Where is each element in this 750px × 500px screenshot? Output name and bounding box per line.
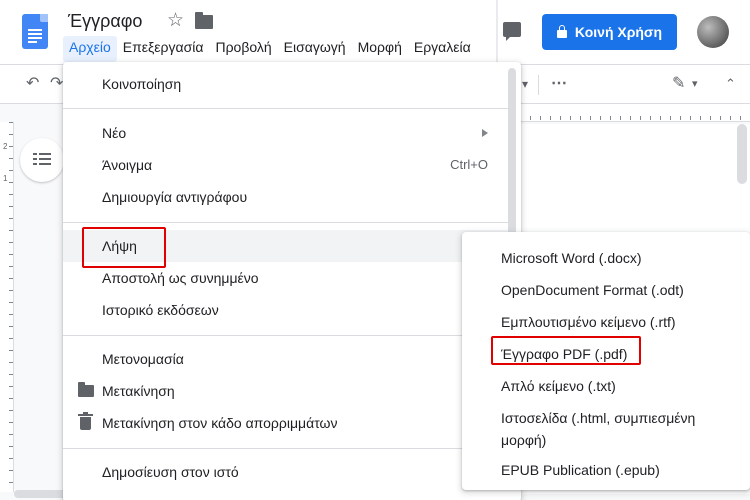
comments-icon[interactable] xyxy=(503,22,521,41)
download-pdf-label: Έγγραφο PDF (.pdf) xyxy=(501,346,628,362)
menu-edit[interactable]: Επεξεργασία xyxy=(117,36,210,62)
lock-icon xyxy=(556,25,567,38)
docs-logo-icon[interactable] xyxy=(22,14,48,49)
vertical-ruler[interactable]: 2 1 xyxy=(0,122,14,492)
download-submenu: Microsoft Word (.docx) OpenDocument Form… xyxy=(462,232,750,490)
file-menu-move-to-trash-label: Μετακίνηση στον κάδο απορριμμάτων xyxy=(102,415,338,431)
collapse-chevron-up-icon[interactable]: ⌃ xyxy=(725,73,736,95)
file-menu-version-history[interactable]: Ιστορικό εκδόσεων xyxy=(63,294,508,326)
download-html-label-line1: Ιστοσελίδα (.html, συμπιεσμένη xyxy=(501,410,696,426)
folder-icon xyxy=(78,382,94,397)
edit-mode-dropdown-icon[interactable]: ▾ xyxy=(692,73,698,95)
file-menu-move[interactable]: Μετακίνηση xyxy=(63,375,508,407)
download-txt[interactable]: Απλό κείμενο (.txt) xyxy=(462,370,750,402)
download-epub[interactable]: EPUB Publication (.epub) xyxy=(462,454,750,486)
download-docx[interactable]: Microsoft Word (.docx) xyxy=(462,242,750,274)
file-menu-new-label: Νέο xyxy=(102,125,127,141)
menu-scrollbar[interactable] xyxy=(508,68,516,258)
file-menu-share-label: Κοινοποίηση xyxy=(102,76,182,92)
download-odt[interactable]: OpenDocument Format (.odt) xyxy=(462,274,750,306)
horizontal-ruler[interactable] xyxy=(520,104,750,122)
menu-insert[interactable]: Εισαγωγή xyxy=(278,36,352,62)
toolbar-divider xyxy=(538,75,539,95)
menu-separator xyxy=(63,108,508,109)
outline-list-icon xyxy=(33,152,51,166)
file-menu-open-label: Άνοιγμα xyxy=(102,157,153,173)
menu-tools[interactable]: Εργαλεία xyxy=(408,36,477,62)
document-scrollbar[interactable] xyxy=(737,124,747,184)
file-menu-rename[interactable]: Μετονομασία xyxy=(63,343,508,375)
file-menu-version-history-label: Ιστορικό εκδόσεων xyxy=(102,302,219,318)
edit-mode-pencil-icon[interactable]: ✎ xyxy=(672,73,685,95)
more-options-icon[interactable]: ⋯ xyxy=(551,73,567,95)
redo-icon[interactable]: ↷ xyxy=(50,73,63,95)
download-epub-label: EPUB Publication (.epub) xyxy=(501,462,660,478)
document-outline-button[interactable] xyxy=(20,138,64,182)
submenu-arrow-icon xyxy=(482,129,488,137)
file-menu-open[interactable]: Άνοιγμα Ctrl+O xyxy=(63,149,508,181)
header-divider xyxy=(496,0,498,64)
download-rtf-label: Εμπλουτισμένο κείμενο (.rtf) xyxy=(501,314,676,330)
toolbar-dropdown-arrow-icon[interactable]: ▾ xyxy=(522,73,528,95)
star-icon[interactable]: ☆ xyxy=(167,11,184,30)
menu-separator xyxy=(63,448,508,449)
download-docx-label: Microsoft Word (.docx) xyxy=(501,250,642,266)
download-html[interactable]: Ιστοσελίδα (.html, συμπιεσμένη μορφή) xyxy=(462,402,750,456)
folder-icon[interactable] xyxy=(195,12,213,29)
file-menu-email-attachment-label: Αποστολή ως συνημμένο xyxy=(102,270,259,286)
file-menu-dropdown: Κοινοποίηση Νέο Άνοιγμα Ctrl+O Δημιουργί… xyxy=(63,62,521,500)
file-menu-new[interactable]: Νέο xyxy=(63,117,508,149)
file-menu-rename-label: Μετονομασία xyxy=(102,351,184,367)
avatar[interactable] xyxy=(697,16,729,48)
trash-icon xyxy=(78,412,93,430)
menu-separator xyxy=(63,335,508,336)
file-menu-share[interactable]: Κοινοποίηση xyxy=(63,68,508,100)
file-menu-publish-web[interactable]: Δημοσίευση στον ιστό xyxy=(63,456,508,488)
document-title[interactable]: Έγγραφο xyxy=(68,11,142,32)
file-menu-email-attachment[interactable]: Αποστολή ως συνημμένο xyxy=(63,262,508,294)
menubar: Αρχείο Επεξεργασία Προβολή Εισαγωγή Μορφ… xyxy=(63,36,477,62)
file-menu-make-copy-label: Δημιουργία αντιγράφου xyxy=(102,189,248,205)
shortcut-label: Ctrl+O xyxy=(450,157,488,172)
menu-file[interactable]: Αρχείο xyxy=(63,36,117,62)
menu-separator xyxy=(63,222,508,223)
share-button-label: Κοινή Χρήση xyxy=(574,24,663,40)
file-menu-download-label: Λήψη xyxy=(102,238,137,254)
file-menu-move-to-trash[interactable]: Μετακίνηση στον κάδο απορριμμάτων xyxy=(63,407,508,439)
file-menu-move-label: Μετακίνηση xyxy=(102,383,175,399)
file-menu-make-copy[interactable]: Δημιουργία αντιγράφου xyxy=(63,181,508,213)
ruler-number: 2 xyxy=(3,142,8,151)
header: Έγγραφο ☆ Αρχείο Επεξεργασία Προβολή Εισ… xyxy=(0,0,750,64)
file-menu-publish-web-label: Δημοσίευση στον ιστό xyxy=(102,464,239,480)
file-menu-download[interactable]: Λήψη xyxy=(63,230,508,262)
share-button[interactable]: Κοινή Χρήση xyxy=(542,14,677,50)
download-txt-label: Απλό κείμενο (.txt) xyxy=(501,378,616,394)
download-rtf[interactable]: Εμπλουτισμένο κείμενο (.rtf) xyxy=(462,306,750,338)
menu-format[interactable]: Μορφή xyxy=(352,36,408,62)
ruler-number: 1 xyxy=(3,174,8,183)
menu-view[interactable]: Προβολή xyxy=(209,36,277,62)
undo-icon[interactable]: ↶ xyxy=(26,73,39,95)
download-pdf[interactable]: Έγγραφο PDF (.pdf) xyxy=(462,338,750,370)
download-odt-label: OpenDocument Format (.odt) xyxy=(501,282,684,298)
download-html-label-line2: μορφή) xyxy=(501,432,547,448)
